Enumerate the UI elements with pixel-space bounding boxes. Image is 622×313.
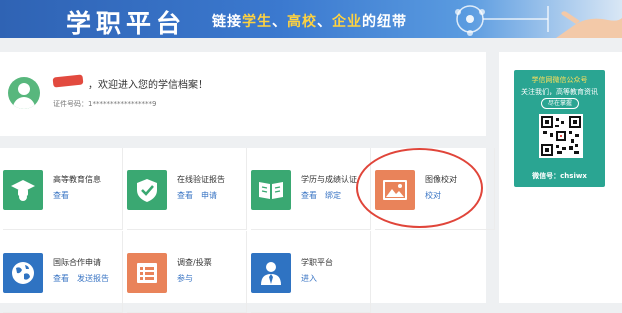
graduate-icon xyxy=(3,170,43,210)
banner-tagline: 链接学生、高校、企业的纽带 xyxy=(212,14,407,30)
shield-check-icon xyxy=(127,170,167,210)
tile-international-cooperation: 国际合作申请 查看 发送报告 xyxy=(3,231,123,313)
tile-title: 学职平台 xyxy=(301,258,333,267)
tile-title: 调查/投票 xyxy=(177,258,212,267)
banner-brand: 学职平台 xyxy=(66,9,187,38)
top-banner: 学职平台 链接学生、高校、企业的纽带 xyxy=(0,0,622,38)
pointing-hand-icon xyxy=(556,11,622,38)
tile-title: 学历与成绩认证 xyxy=(301,175,357,184)
qr-title: 学信网微信公众号 xyxy=(531,76,588,84)
red-circle-annotation xyxy=(356,148,483,228)
list-icon xyxy=(127,253,167,293)
view-link[interactable]: 查看 xyxy=(53,191,69,200)
welcome-greeting: ，欢迎进入您的学信档案！ xyxy=(88,80,208,91)
apply-link[interactable]: 申请 xyxy=(201,191,217,200)
view-link[interactable]: 查看 xyxy=(301,191,317,200)
tile-degree-certification: 学历与成绩认证 查看 绑定 xyxy=(251,148,371,230)
tile-title: 国际合作申请 xyxy=(53,258,101,267)
qr-code-icon xyxy=(539,114,583,158)
tile-online-verification: 在线验证报告 查看 申请 xyxy=(127,148,247,230)
tile-title: 高等教育信息 xyxy=(53,175,101,184)
avatar xyxy=(8,77,40,109)
welcome-card xyxy=(0,52,486,136)
id-number: 证件号码：1*****************9 xyxy=(53,100,157,108)
wechat-id: 微信号：chsiwx xyxy=(532,172,587,180)
qr-pill: 尽在掌握 xyxy=(541,98,579,109)
network-decoration-icon xyxy=(455,5,549,36)
tile-survey-vote: 调查/投票 参与 xyxy=(127,231,247,313)
view-link[interactable]: 查看 xyxy=(177,191,193,200)
wechat-qr-card: 学信网微信公众号 关注我们，高等教育资讯 尽在掌握 微信号：chsiwx xyxy=(514,70,605,187)
suit-person-icon xyxy=(251,253,291,293)
qr-subtitle: 关注我们，高等教育资讯 xyxy=(521,88,598,96)
tile-title: 在线验证报告 xyxy=(177,175,225,184)
tile-career-platform: 学职平台 进入 xyxy=(251,231,371,313)
bind-link[interactable]: 绑定 xyxy=(325,191,341,200)
book-icon xyxy=(251,170,291,210)
view-link[interactable]: 查看 xyxy=(53,274,69,283)
send-report-link[interactable]: 发送报告 xyxy=(77,274,109,283)
participate-link[interactable]: 参与 xyxy=(177,274,193,283)
enter-link[interactable]: 进入 xyxy=(301,274,317,283)
globe-icon xyxy=(3,253,43,293)
tile-higher-education-info: 高等教育信息 查看 xyxy=(3,148,123,230)
